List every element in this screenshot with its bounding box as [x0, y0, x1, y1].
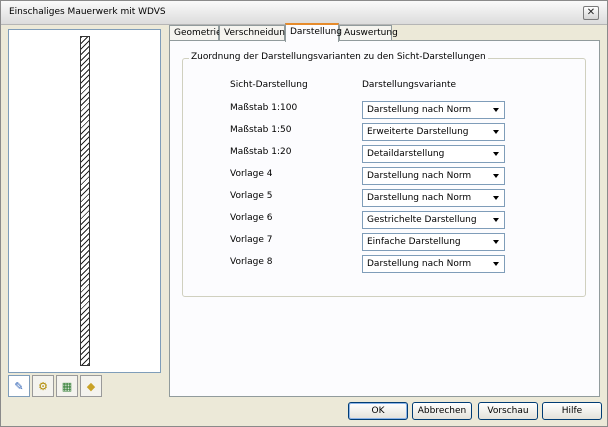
variant-select[interactable]: Detaildarstellung: [362, 145, 505, 163]
tab-panel-darstellung: Zuordnung der Darstellungsvarianten zu d…: [169, 40, 600, 397]
chevron-down-icon[interactable]: [489, 235, 503, 249]
variant-select-value: Erweiterte Darstellung: [367, 127, 469, 137]
help-button[interactable]: Hilfe: [542, 402, 602, 420]
cancel-button[interactable]: Abbrechen: [412, 402, 472, 420]
preview-icon-tabs: ✎ ⚙ ▦ ◆: [8, 375, 161, 397]
variant-select[interactable]: Erweiterte Darstellung: [362, 123, 505, 141]
tab-verschneidung[interactable]: Verschneidung: [219, 25, 291, 41]
chevron-down-icon[interactable]: [489, 125, 503, 139]
chevron-down-icon[interactable]: [489, 257, 503, 271]
tab-geometrie[interactable]: Geometrie: [169, 25, 222, 41]
variant-select[interactable]: Darstellung nach Norm: [362, 167, 505, 185]
wall-preview: [8, 29, 161, 373]
variant-select[interactable]: Darstellung nach Norm: [362, 189, 505, 207]
variant-select-value: Darstellung nach Norm: [367, 259, 472, 269]
row-label: Vorlage 6: [230, 213, 273, 223]
tab-auswertung[interactable]: Auswertung: [339, 25, 398, 41]
ok-button[interactable]: OK: [348, 402, 408, 420]
wall-preview-graphic: [80, 36, 90, 366]
variant-select-value: Darstellung nach Norm: [367, 105, 472, 115]
row-label: Vorlage 5: [230, 191, 273, 201]
row-label: Maßstab 1:100: [230, 103, 298, 113]
column-header-variant: Darstellungsvariante: [362, 80, 457, 90]
row-label: Vorlage 7: [230, 235, 273, 245]
chevron-down-icon[interactable]: [489, 169, 503, 183]
sheet-icon: ▦: [61, 379, 73, 393]
column-header-view: Sicht-Darstellung: [230, 80, 308, 90]
chevron-down-icon[interactable]: [489, 213, 503, 227]
group-legend: Zuordnung der Darstellungsvarianten zu d…: [189, 52, 488, 62]
variant-select-value: Einfache Darstellung: [367, 237, 461, 247]
row-label: Maßstab 1:50: [230, 125, 292, 135]
dialog-window: Einschaliges Mauerwerk mit WDVS ✕ ✎ ⚙ ▦ …: [0, 0, 608, 427]
side-tab-materials[interactable]: ⚙: [32, 375, 54, 397]
tag-icon: ◆: [86, 379, 96, 393]
window-title: Einschaliges Mauerwerk mit WDVS: [9, 7, 166, 17]
variant-select[interactable]: Darstellung nach Norm: [362, 101, 505, 119]
materials-icon: ⚙: [38, 379, 48, 393]
chevron-down-icon[interactable]: [489, 147, 503, 161]
side-tab-sheet[interactable]: ▦: [56, 375, 78, 397]
variant-select-value: Gestrichelte Darstellung: [367, 215, 477, 225]
row-label: Vorlage 8: [230, 257, 273, 267]
chevron-down-icon[interactable]: [489, 191, 503, 205]
side-tab-tag[interactable]: ◆: [80, 375, 102, 397]
variant-select[interactable]: Gestrichelte Darstellung: [362, 211, 505, 229]
close-button[interactable]: ✕: [583, 6, 599, 20]
row-label: Maßstab 1:20: [230, 147, 292, 157]
variant-select[interactable]: Darstellung nach Norm: [362, 255, 505, 273]
row-label: Vorlage 4: [230, 169, 273, 179]
variant-select-value: Detaildarstellung: [367, 149, 445, 159]
title-bar: Einschaliges Mauerwerk mit WDVS ✕: [1, 1, 607, 25]
variant-select-value: Darstellung nach Norm: [367, 171, 472, 181]
preview-button[interactable]: Vorschau: [478, 402, 538, 420]
assignment-group: Zuordnung der Darstellungsvarianten zu d…: [182, 52, 586, 297]
close-icon: ✕: [586, 7, 596, 18]
tab-darstellung[interactable]: Darstellung: [285, 23, 342, 42]
wall-icon: ✎: [14, 379, 24, 393]
variant-select-value: Darstellung nach Norm: [367, 193, 472, 203]
chevron-down-icon[interactable]: [489, 103, 503, 117]
side-tab-wall[interactable]: ✎: [8, 375, 30, 397]
variant-select[interactable]: Einfache Darstellung: [362, 233, 505, 251]
